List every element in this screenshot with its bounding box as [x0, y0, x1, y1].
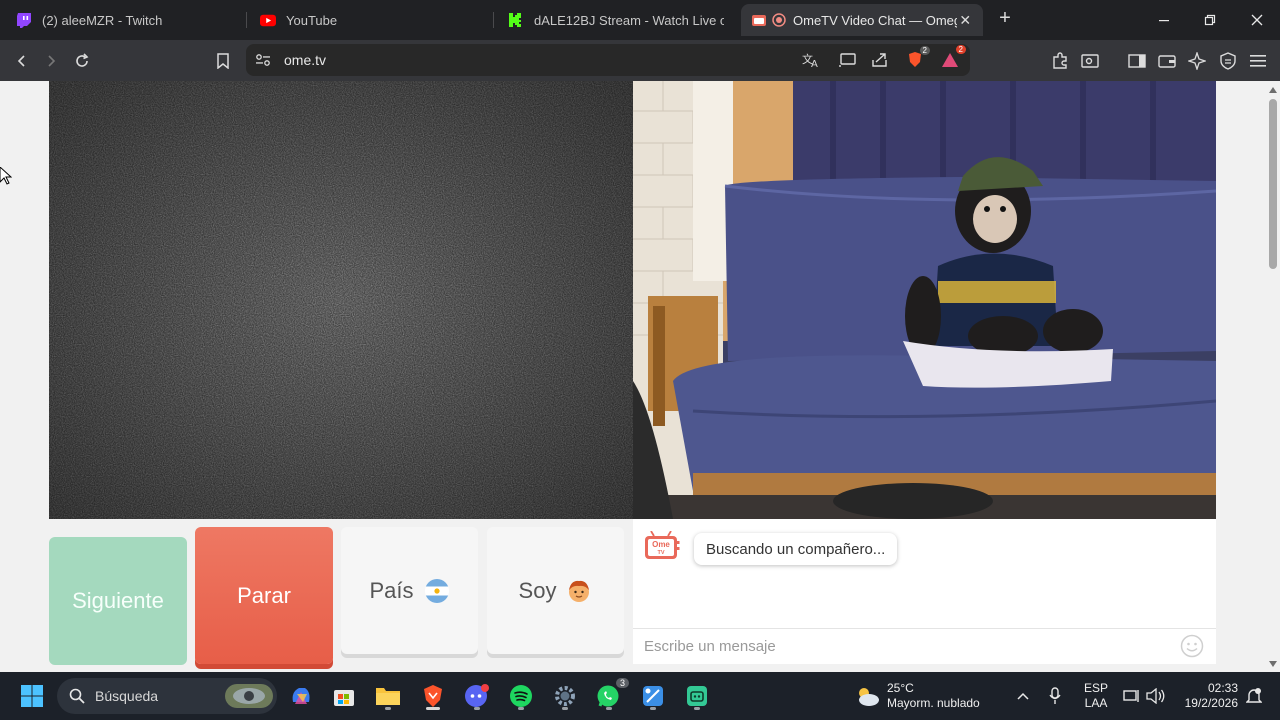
- microphone-icon[interactable]: [1040, 680, 1070, 712]
- windows-start-icon[interactable]: [16, 680, 48, 712]
- file-explorer-icon[interactable]: [372, 680, 404, 712]
- weather-widget[interactable]: 25°C Mayorm. nublado: [887, 681, 980, 711]
- notification-bell-icon[interactable]: [1242, 680, 1266, 712]
- screenshot-icon[interactable]: [1077, 48, 1103, 74]
- argentina-flag-icon: [424, 578, 450, 604]
- volume-icon[interactable]: [1142, 680, 1170, 712]
- search-highlight-image: [225, 683, 273, 714]
- chat-panel: Ome TV Buscando un compañero...: [633, 519, 1216, 664]
- address-bar[interactable]: ome.tv 文A 2 2: [246, 44, 970, 76]
- discord-icon[interactable]: [461, 680, 493, 712]
- leo-ai-icon[interactable]: [1184, 48, 1210, 74]
- settings-gear-icon[interactable]: [549, 680, 581, 712]
- tab-twitch[interactable]: (2) aleeMZR - Twitch: [6, 4, 242, 36]
- emoji-picker-icon[interactable]: [1180, 634, 1204, 658]
- snipping-tool-icon[interactable]: [637, 680, 669, 712]
- next-button[interactable]: Siguiente: [49, 537, 187, 665]
- tab-separator: [493, 12, 494, 28]
- ometv-logo-icon: Ome TV: [644, 530, 680, 561]
- back-icon[interactable]: [9, 48, 35, 74]
- weather-cloudy-icon[interactable]: [852, 680, 884, 712]
- self-webcam-video: [633, 81, 1216, 519]
- windows-taskbar: Búsqueda 3 25°C Mayorm. nublado ESP LAA …: [0, 672, 1280, 720]
- forward-icon[interactable]: [38, 48, 64, 74]
- page-scrollbar[interactable]: [1266, 81, 1280, 672]
- share-icon[interactable]: [867, 47, 893, 73]
- ometv-page: Siguiente Parar País Soy Ome TV Buscando…: [0, 81, 1266, 672]
- brave-shields-icon[interactable]: 2: [902, 46, 930, 73]
- translate-icon[interactable]: 文A: [798, 47, 824, 73]
- minimize-icon[interactable]: [1141, 0, 1187, 40]
- restore-icon[interactable]: [1187, 0, 1233, 40]
- message-input[interactable]: [633, 629, 1216, 664]
- brave-rewards-icon[interactable]: 2: [937, 45, 966, 73]
- svg-text:A: A: [811, 59, 818, 68]
- clock[interactable]: 02:33 19/2/2026: [1176, 681, 1238, 711]
- logo-subtext: TV: [657, 550, 664, 556]
- tab-kick[interactable]: dALE12BJ Stream - Watch Live on Kic: [498, 4, 734, 36]
- reload-icon[interactable]: [69, 48, 95, 74]
- browser-toolbar: ome.tv 文A 2 2: [0, 40, 1280, 81]
- status-message: Buscando un compañero...: [694, 533, 898, 565]
- chevron-up-icon[interactable]: [1008, 680, 1038, 712]
- tab-strip: (2) aleeMZR - Twitch YouTube dALE12BJ St…: [0, 0, 1280, 40]
- rewards-badge: 2: [955, 45, 966, 54]
- tab-ometv[interactable]: OmeTV Video Chat — Omeg ✕: [741, 4, 983, 36]
- scroll-down-icon[interactable]: [1269, 661, 1277, 667]
- address-url: ome.tv: [284, 52, 327, 68]
- brave-browser-icon[interactable]: [417, 680, 449, 712]
- boy-emoji-icon: [566, 578, 592, 604]
- site-settings-icon[interactable]: [250, 47, 276, 73]
- stop-button[interactable]: Parar: [195, 527, 333, 664]
- ometv-favicon-icon: [751, 12, 767, 28]
- close-window-icon[interactable]: [1234, 0, 1280, 40]
- country-selector-button[interactable]: País: [341, 527, 478, 654]
- wallet-icon[interactable]: [1154, 48, 1180, 74]
- scroll-up-icon[interactable]: [1269, 87, 1277, 93]
- cast-icon[interactable]: [834, 47, 860, 73]
- static-noise-image: [49, 81, 633, 519]
- kick-icon: [508, 12, 524, 28]
- shields-badge: 2: [919, 46, 930, 55]
- new-tab-icon[interactable]: +: [994, 8, 1016, 30]
- microsoft-store-icon[interactable]: [328, 680, 360, 712]
- youtube-icon: [260, 12, 276, 28]
- twitch-icon: [16, 12, 32, 28]
- whatsapp-badge: 3: [615, 678, 629, 688]
- vpn-icon[interactable]: [1215, 48, 1241, 74]
- sidebar-icon[interactable]: [1124, 48, 1150, 74]
- whatsapp-icon[interactable]: 3: [593, 678, 629, 712]
- input-language[interactable]: ESP LAA: [1084, 681, 1108, 711]
- recording-icon: [771, 12, 787, 28]
- taskbar-search[interactable]: Búsqueda: [57, 678, 277, 714]
- webcam-scene-image: [633, 81, 1216, 519]
- bookmark-icon[interactable]: [210, 48, 236, 74]
- tab-youtube[interactable]: YouTube: [250, 4, 490, 36]
- gender-selector-button[interactable]: Soy: [487, 527, 624, 654]
- kick-app-icon[interactable]: [681, 680, 713, 712]
- mouse-cursor-icon: [0, 166, 13, 190]
- logo-text: Ome: [652, 540, 670, 549]
- spotify-icon[interactable]: [505, 680, 537, 712]
- search-icon: [69, 688, 85, 709]
- extensions-icon[interactable]: [1047, 48, 1073, 74]
- partner-video: [49, 81, 633, 519]
- scrollbar-thumb[interactable]: [1269, 99, 1277, 269]
- copilot-icon[interactable]: [285, 680, 317, 712]
- close-tab-icon[interactable]: ✕: [957, 12, 973, 29]
- menu-icon[interactable]: [1245, 48, 1271, 74]
- tab-separator: [246, 12, 247, 28]
